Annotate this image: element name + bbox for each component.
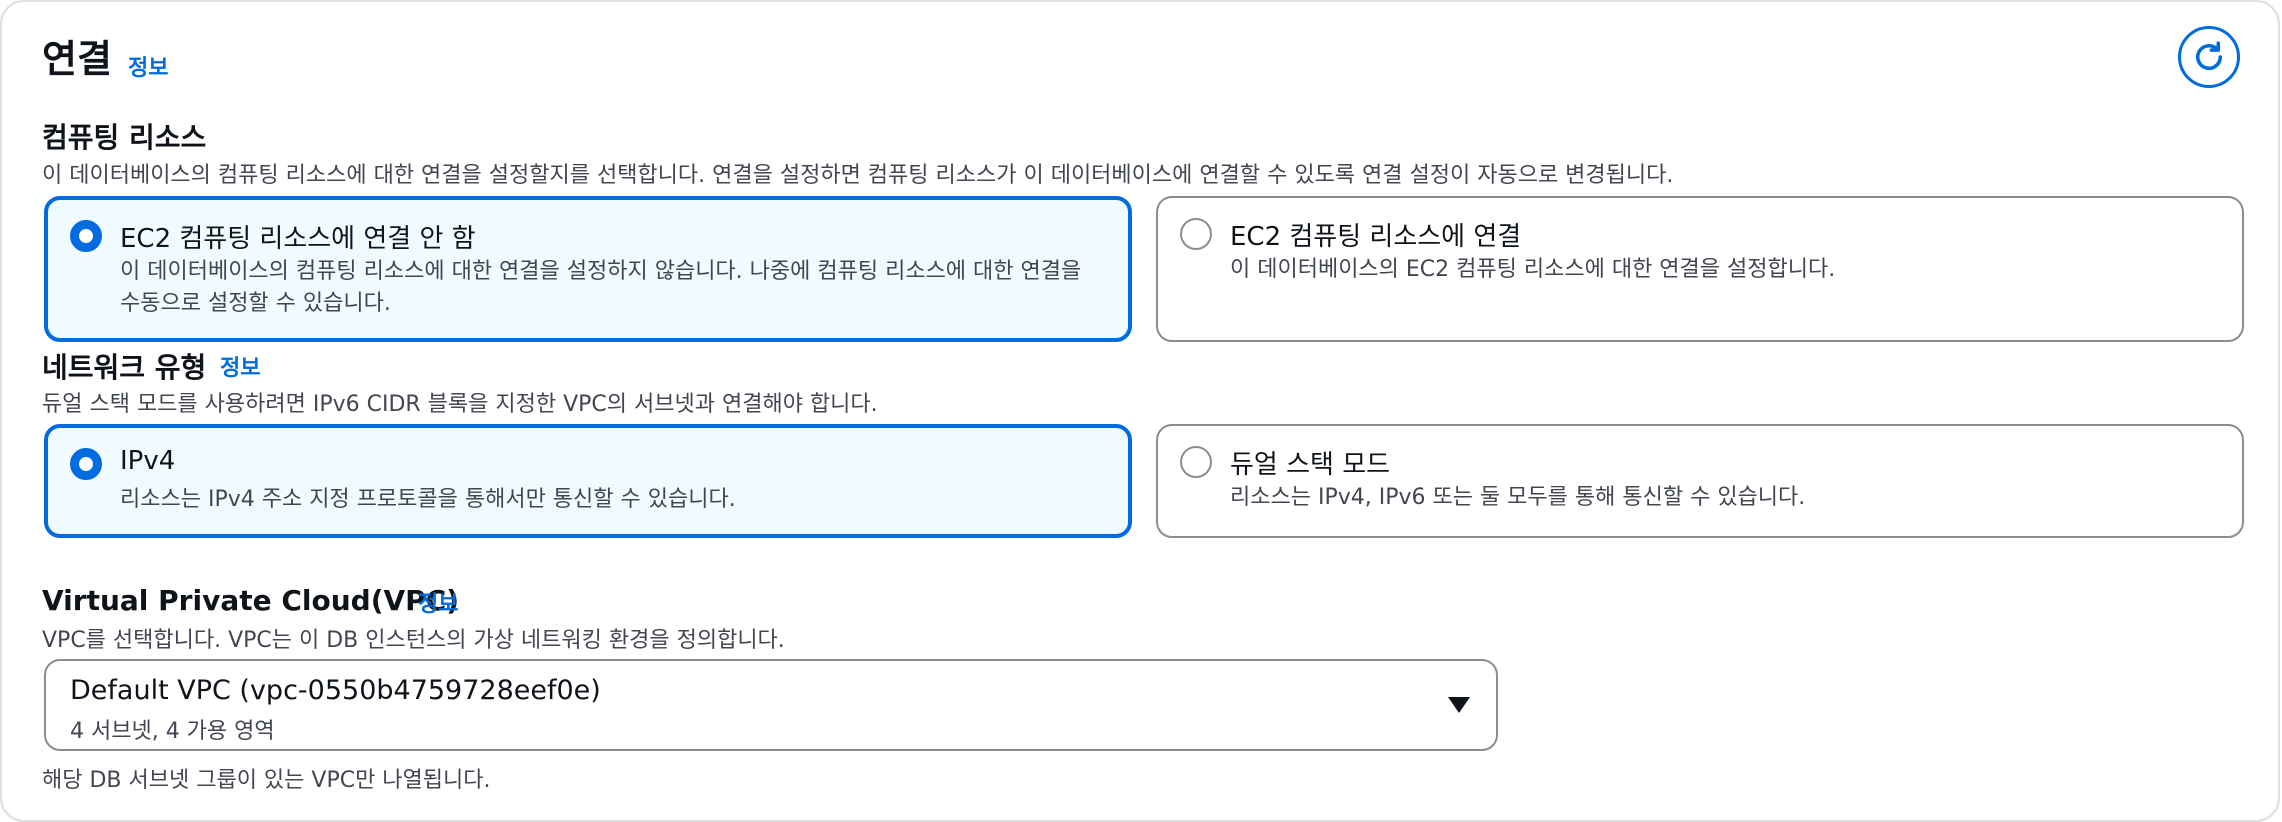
option-label: 듀얼 스택 모드 <box>1230 450 1391 480</box>
compute-resource-description: 이 데이터베이스의 컴퓨팅 리소스에 대한 연결을 설정할지를 선택합니다. 연… <box>42 163 1674 188</box>
option-description: 리소스는 IPv4 주소 지정 프로토콜을 통해서만 통신할 수 있습니다. <box>120 487 736 512</box>
vpc-selected-value: Default VPC (vpc-0550b4759728eef0e) <box>70 675 601 706</box>
network-option-ipv4[interactable]: IPv4 리소스는 IPv4 주소 지정 프로토콜을 통해서만 통신할 수 있습… <box>44 424 1132 538</box>
network-option-dual-stack[interactable]: 듀얼 스택 모드 리소스는 IPv4, IPv6 또는 둘 모두를 통해 통신할… <box>1156 424 2244 538</box>
option-description: 이 데이터베이스의 EC2 컴퓨팅 리소스에 대한 연결을 설정합니다. <box>1230 254 1835 286</box>
vpc-selected-detail: 4 서브넷, 4 가용 영역 <box>70 719 275 744</box>
option-description: 리소스는 IPv4, IPv6 또는 둘 모두를 통해 통신할 수 있습니다. <box>1230 485 1806 510</box>
refresh-icon <box>2195 41 2223 71</box>
vpc-info-link[interactable]: 정보 <box>418 586 458 618</box>
option-description: 이 데이터베이스의 컴퓨팅 리소스에 대한 연결을 설정하지 않습니다. 나중에… <box>120 256 1081 320</box>
option-label: EC2 컴퓨팅 리소스에 연결 <box>1230 222 1522 252</box>
option-description-line: 이 데이터베이스의 컴퓨팅 리소스에 대한 연결을 설정하지 않습니다. 나중에… <box>120 259 1082 284</box>
vpc-description: VPC를 선택합니다. VPC는 이 DB 인스턴스의 가상 네트워킹 환경을 … <box>42 628 785 653</box>
radio-unselected[interactable] <box>1180 446 1212 478</box>
option-description-line: 이 데이터베이스의 EC2 컴퓨팅 리소스에 대한 연결을 설정합니다. <box>1230 257 1836 282</box>
network-type-label: 네트워크 유형 <box>42 351 207 384</box>
network-type-info-link[interactable]: 정보 <box>220 350 260 382</box>
compute-option-connect[interactable]: EC2 컴퓨팅 리소스에 연결 이 데이터베이스의 EC2 컴퓨팅 리소스에 대… <box>1156 196 2244 342</box>
refresh-button[interactable] <box>2178 26 2240 88</box>
section-title: 연결 <box>42 37 112 81</box>
connectivity-panel: 연결 정보 컴퓨팅 리소스 이 데이터베이스의 컴퓨팅 리소스에 대한 연결을 … <box>0 0 2280 822</box>
option-label: IPv4 <box>120 446 176 476</box>
radio-selected[interactable] <box>70 448 102 480</box>
vpc-hint: 해당 DB 서브넷 그룹이 있는 VPC만 나열됩니다. <box>42 768 491 793</box>
vpc-select[interactable]: Default VPC (vpc-0550b4759728eef0e) 4 서브… <box>44 659 1498 751</box>
compute-option-do-not-connect[interactable]: EC2 컴퓨팅 리소스에 연결 안 함 이 데이터베이스의 컴퓨팅 리소스에 대… <box>44 196 1132 342</box>
radio-selected[interactable] <box>70 220 102 252</box>
option-label: EC2 컴퓨팅 리소스에 연결 안 함 <box>120 224 476 254</box>
option-description-line: 수동으로 설정할 수 있습니다. <box>120 291 391 316</box>
section-info-link[interactable]: 정보 <box>128 50 168 82</box>
vpc-label: Virtual Private Cloud(VPC) <box>42 584 460 617</box>
network-type-description: 듀얼 스택 모드를 사용하려면 IPv6 CIDR 블록을 지정한 VPC의 서… <box>42 392 878 417</box>
radio-unselected[interactable] <box>1180 218 1212 250</box>
caret-down-icon <box>1448 697 1470 713</box>
compute-resource-label: 컴퓨팅 리소스 <box>42 121 207 154</box>
